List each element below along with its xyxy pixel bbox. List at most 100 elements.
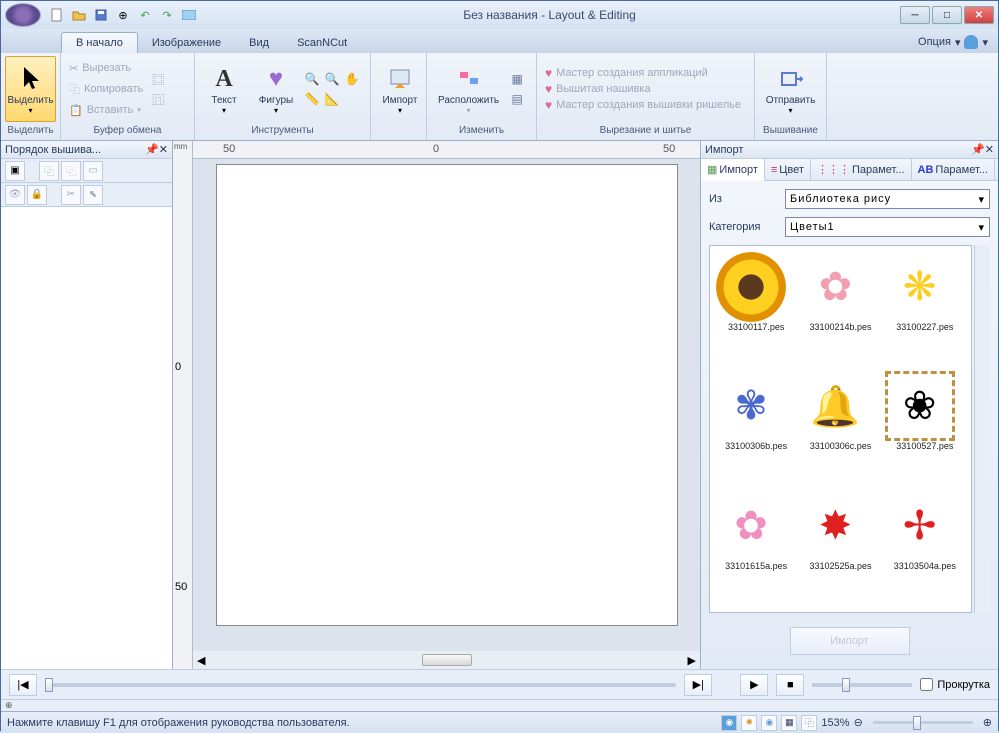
view-mode-2[interactable]: ✸	[741, 715, 757, 731]
canvas-viewport[interactable]	[193, 159, 700, 651]
icon-extra-1[interactable]: ⿴	[149, 70, 167, 88]
gallery-item[interactable]: ✿33100214b.pes	[800, 252, 880, 367]
tool-lock[interactable]: ▭	[83, 161, 103, 181]
close-panel-icon[interactable]: ✕	[985, 143, 994, 156]
icon-extra-2[interactable]: ⿵	[149, 90, 167, 108]
category-select[interactable]: Цветы1▾	[785, 217, 990, 237]
qat-new[interactable]	[47, 5, 67, 25]
import-design-button[interactable]: Импорт	[790, 627, 910, 655]
arrange-button[interactable]: Расположить▾	[431, 56, 506, 122]
qat-redo[interactable]: ↷	[157, 5, 177, 25]
gallery-item[interactable]: ✢33103504a.pes	[885, 491, 965, 606]
tool-padlock[interactable]: 🔒	[27, 185, 47, 205]
option-menu[interactable]: Опция▾▾	[908, 31, 998, 53]
select-button[interactable]: Выделить ▾	[5, 56, 56, 122]
rtab-params2[interactable]: ABПарамет...	[912, 159, 995, 180]
tool-scissors[interactable]: ✂	[61, 185, 81, 205]
speed-slider[interactable]	[812, 683, 912, 687]
pan-icon[interactable]: ✋	[343, 70, 361, 88]
pin-icon[interactable]: 📌	[971, 143, 985, 156]
gallery-item[interactable]: ✿33101615a.pes	[716, 491, 796, 606]
gallery-item[interactable]: ✾33100306b.pes	[716, 371, 796, 486]
qat-grid[interactable]: ⊕	[113, 5, 133, 25]
wizard-richelieu[interactable]: ♥Мастер создания вышивки ришелье	[545, 98, 741, 112]
wizard-patch[interactable]: ♥Вышитая нашивка	[545, 82, 741, 96]
tool-eye[interactable]: 👁	[5, 185, 25, 205]
text-icon: A	[215, 63, 232, 95]
cut-button[interactable]: ✂Вырезать	[65, 58, 147, 78]
heart-icon: ♥	[269, 63, 283, 95]
zoom-in-button[interactable]: ⊕	[983, 716, 992, 729]
gallery-scrollbar[interactable]	[974, 245, 990, 613]
text-button[interactable]: A Текст▾	[199, 56, 249, 122]
tool-select-all[interactable]: ▣	[5, 161, 25, 181]
heart-icon: ♥	[545, 98, 552, 112]
close-button[interactable]: ✕	[964, 6, 994, 24]
tab-scanncut[interactable]: ScanNCut	[283, 33, 361, 53]
gallery-filename: 33100227.pes	[885, 322, 965, 332]
measure-icon[interactable]: 📏	[303, 90, 321, 108]
maximize-button[interactable]: □	[932, 6, 962, 24]
design-canvas[interactable]	[217, 165, 677, 625]
skip-end-button[interactable]: ▶|	[684, 674, 712, 696]
align-icon-2[interactable]: ▤	[508, 90, 526, 108]
view-mode-4[interactable]: ▦	[781, 715, 797, 731]
design-gallery: 33100117.pes✿33100214b.pes❋33100227.pes ✾…	[709, 245, 972, 613]
tool-pointer[interactable]: ⬉	[83, 185, 103, 205]
from-select[interactable]: Библиотека рису▾	[785, 189, 990, 209]
paste-button[interactable]: 📋Вставить▾	[65, 100, 147, 120]
import-button[interactable]: Импорт▾	[375, 56, 425, 122]
stitch-order-list[interactable]	[1, 207, 172, 669]
qat-view[interactable]	[179, 5, 199, 25]
minimize-button[interactable]: ─	[900, 6, 930, 24]
left-panel-toolbar-1: ▣ ⿻ ⿻ ▭	[1, 159, 172, 183]
horizontal-scrollbar[interactable]: ◀▶	[193, 651, 700, 669]
cursor-icon	[21, 63, 41, 95]
wizard-applique[interactable]: ♥Мастер создания аппликаций	[545, 66, 741, 80]
gallery-item[interactable]: 🔔33100306c.pes	[800, 371, 880, 486]
zoom-in-icon[interactable]: 🔍	[303, 70, 321, 88]
tab-view[interactable]: Вид	[235, 33, 283, 53]
left-panel-toolbar-2: 👁 🔒 ✂ ⬉	[1, 183, 172, 207]
tab-image[interactable]: Изображение	[138, 33, 235, 53]
tool-group[interactable]: ⿻	[39, 161, 59, 181]
copy-button[interactable]: ⿻Копировать	[65, 79, 147, 99]
app-logo[interactable]	[5, 3, 41, 27]
gallery-item[interactable]: 33100117.pes	[716, 252, 796, 367]
pin-icon[interactable]: 📌	[145, 143, 159, 156]
qat-open[interactable]	[69, 5, 89, 25]
qat-save[interactable]	[91, 5, 111, 25]
close-panel-icon[interactable]: ✕	[159, 143, 168, 156]
gallery-thumb	[716, 252, 786, 322]
tab-home[interactable]: В начало	[61, 32, 138, 53]
zoom-out-button[interactable]: ⊖	[854, 716, 863, 729]
stop-button[interactable]: ■	[776, 674, 804, 696]
gallery-filename: 33102525a.pes	[800, 561, 880, 571]
vertical-ruler: mm 0 50	[173, 141, 193, 669]
qat-undo[interactable]: ↶	[135, 5, 155, 25]
rtab-params1[interactable]: ⋮⋮⋮Парамет...	[811, 159, 912, 180]
gallery-item[interactable]: ❋33100227.pes	[885, 252, 965, 367]
tool-ungroup[interactable]: ⿻	[61, 161, 81, 181]
zoom-out-icon[interactable]: 🔍	[323, 70, 341, 88]
horizontal-ruler: 50 0 50	[193, 141, 700, 159]
gallery-item[interactable]: ✸33102525a.pes	[800, 491, 880, 606]
rtab-color[interactable]: ≡Цвет	[765, 159, 811, 180]
rtab-import[interactable]: ▦Импорт	[701, 159, 765, 181]
right-panel-header: Импорт 📌 ✕	[701, 141, 998, 159]
ruler-icon[interactable]: 📐	[323, 90, 341, 108]
scroll-checkbox[interactable]: Прокрутка	[920, 678, 990, 691]
playback-slider[interactable]	[45, 683, 676, 687]
align-icon-1[interactable]: ▦	[508, 70, 526, 88]
left-panel: Порядок вышива... 📌 ✕ ▣ ⿻ ⿻ ▭ 👁 🔒 ✂ ⬉	[1, 141, 173, 669]
play-button[interactable]: ▶	[740, 674, 768, 696]
expand-row[interactable]: ⊕	[1, 699, 998, 711]
gallery-item[interactable]: ❀33100527.pes	[885, 371, 965, 486]
skip-start-button[interactable]: |◀	[9, 674, 37, 696]
view-mode-5[interactable]: ⿻	[801, 715, 817, 731]
view-mode-3[interactable]: ◉	[761, 715, 777, 731]
shapes-button[interactable]: ♥ Фигуры▾	[251, 56, 301, 122]
zoom-slider[interactable]	[873, 721, 973, 724]
send-button[interactable]: Отправить▾	[759, 56, 822, 122]
view-mode-1[interactable]: ◉	[721, 715, 737, 731]
